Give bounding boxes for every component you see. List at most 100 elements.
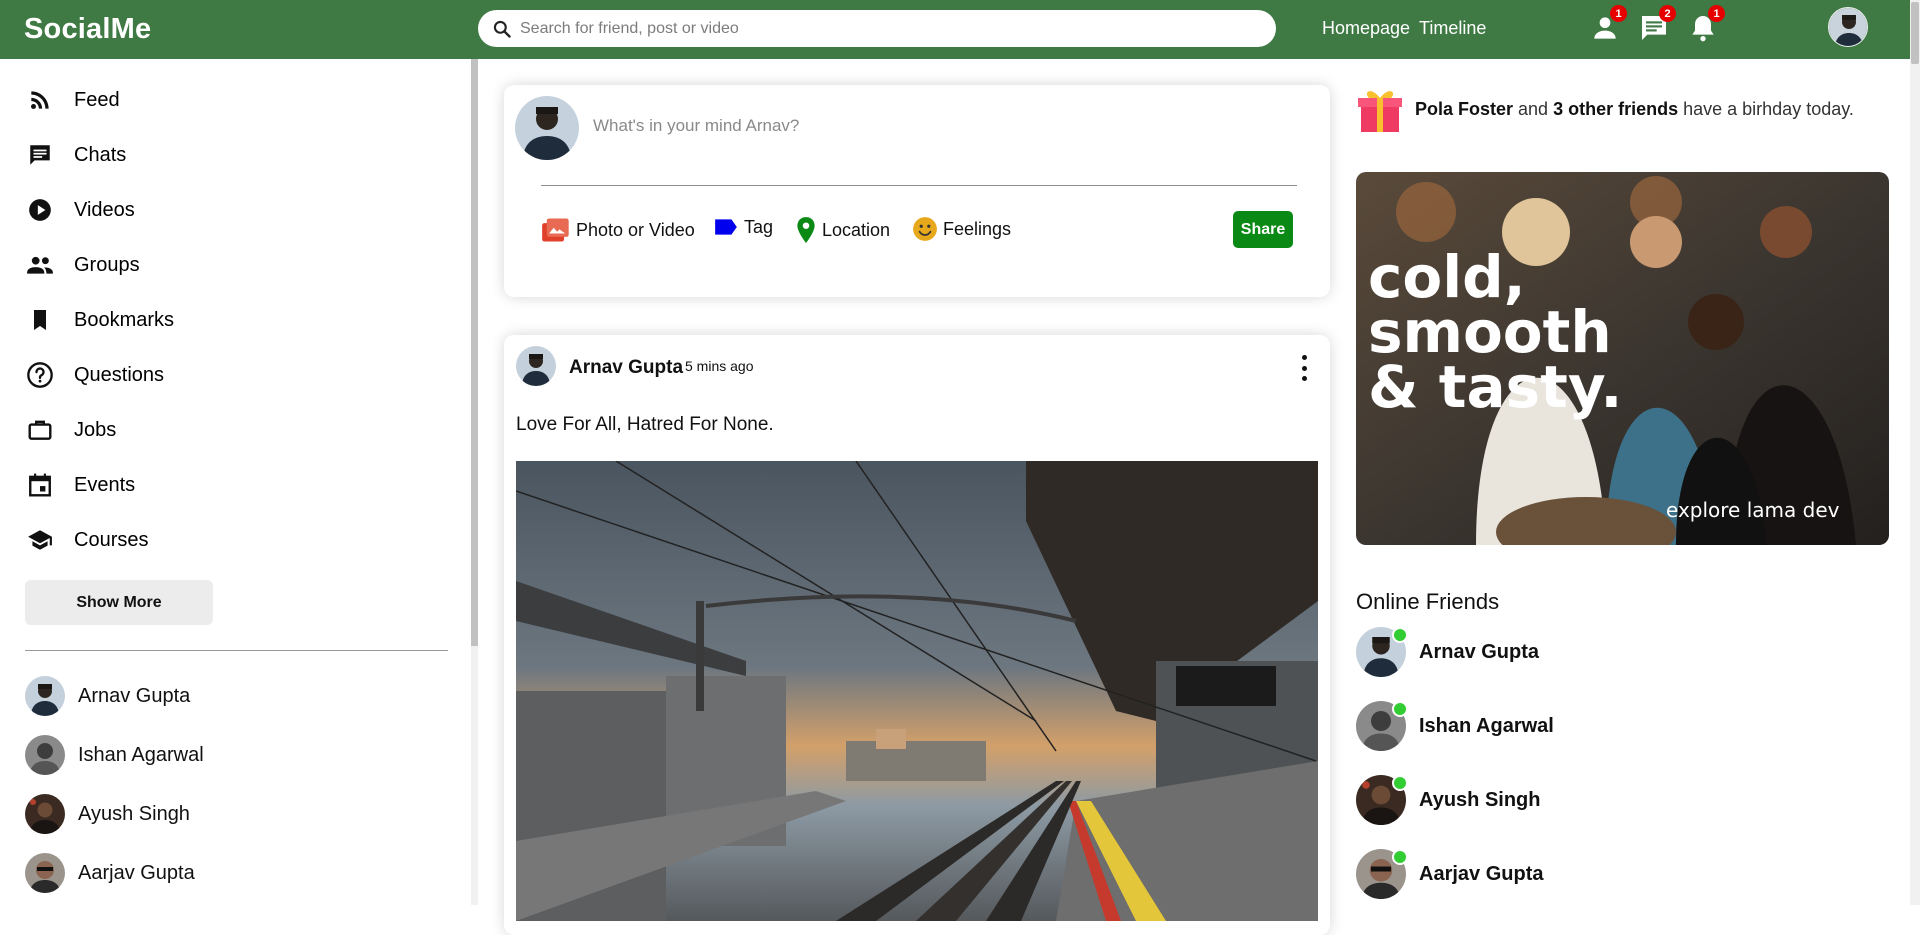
online-friends-heading: Online Friends xyxy=(1356,589,1500,614)
birthday-friend-name[interactable]: Pola Foster xyxy=(1415,99,1513,119)
birthday-tail: have a birhday today. xyxy=(1678,98,1854,119)
friend-requests-badge: 1 xyxy=(1610,5,1627,22)
gift-icon xyxy=(1358,91,1402,132)
sidebar-item-courses[interactable]: Courses xyxy=(25,520,148,560)
page-scrollbar-thumb[interactable] xyxy=(1911,2,1919,64)
sidebar-item-events[interactable]: Events xyxy=(25,465,135,505)
search-input[interactable] xyxy=(520,19,1240,38)
post-card: Arnav Gupta 5 mins ago Love For All, Hat… xyxy=(504,335,1330,935)
group-icon xyxy=(25,250,55,280)
sidebar-item-feed[interactable]: Feed xyxy=(25,80,120,120)
online-friend[interactable]: Aarjav Gupta xyxy=(1356,848,1543,900)
sidebar-scrollbar-thumb[interactable] xyxy=(471,59,478,646)
online-friend[interactable]: Ishan Agarwal xyxy=(1356,700,1554,752)
left-sidebar: Feed Chats Videos Groups Bookmarks Quest… xyxy=(0,59,471,905)
sidebar-item-label: Bookmarks xyxy=(74,308,175,331)
birthday-text: Pola Foster and 3 other friends have a b… xyxy=(1415,99,1854,120)
friend-avatar xyxy=(25,735,65,775)
photo-video-option[interactable]: Photo or Video xyxy=(541,216,695,244)
online-friend[interactable]: Arnav Gupta xyxy=(1356,626,1539,678)
friend-name: Ishan Agarwal xyxy=(78,743,204,766)
timeline-link[interactable]: Timeline xyxy=(1419,18,1486,39)
ad-headline-3: & tasty. xyxy=(1368,353,1622,421)
friend-avatar xyxy=(25,853,65,893)
feelings-option[interactable]: Feelings xyxy=(912,216,1011,242)
share-button[interactable]: Share xyxy=(1233,211,1293,248)
profile-avatar[interactable] xyxy=(1828,7,1868,47)
online-status-dot xyxy=(1392,775,1408,791)
sidebar-divider xyxy=(25,650,448,651)
ad-tagline: explore lama dev xyxy=(1666,498,1840,522)
rss-feed-icon xyxy=(25,85,55,115)
messages-button[interactable]: 2 xyxy=(1638,5,1676,44)
notifications-button[interactable]: 1 xyxy=(1687,5,1725,44)
page-scrollbar[interactable] xyxy=(1910,0,1920,905)
top-navbar: SocialMe Homepage Timeline 1 2 1 xyxy=(0,0,1920,59)
location-option[interactable]: Location xyxy=(795,216,890,244)
share-card: Photo or Video Tag Location Feelings Sha… xyxy=(504,85,1330,297)
share-divider xyxy=(541,185,1297,186)
photo-icon xyxy=(542,218,569,242)
sidebar-item-label: Feed xyxy=(74,88,120,111)
sidebar-item-label: Groups xyxy=(74,253,140,276)
friend-avatar xyxy=(25,676,65,716)
sidebar-item-bookmarks[interactable]: Bookmarks xyxy=(25,300,174,340)
user-photo xyxy=(1829,8,1867,46)
sidebar-item-label: Jobs xyxy=(74,418,117,441)
sidebar-item-label: Videos xyxy=(74,198,135,221)
sidebar-friend[interactable]: Aarjav Gupta xyxy=(25,852,195,894)
online-friend[interactable]: Ayush Singh xyxy=(1356,774,1540,826)
show-more-button[interactable]: Show More xyxy=(25,580,213,625)
online-status-dot xyxy=(1392,627,1408,643)
label-icon xyxy=(715,219,737,235)
location-icon xyxy=(797,217,815,243)
sidebar-friend[interactable]: Ishan Agarwal xyxy=(25,734,204,776)
sidebar-item-label: Questions xyxy=(74,363,165,386)
friend-name: Aarjav Gupta xyxy=(1419,862,1544,885)
school-icon xyxy=(25,525,55,555)
birthday-connector: and xyxy=(1513,98,1554,119)
search-bar[interactable] xyxy=(478,10,1276,47)
option-label: Tag xyxy=(744,216,774,237)
sidebar-item-questions[interactable]: Questions xyxy=(25,355,164,395)
friend-name: Arnav Gupta xyxy=(1419,640,1540,663)
advertisement-banner[interactable]: cold, smooth & tasty. explore lama dev xyxy=(1356,172,1889,545)
more-vert-icon[interactable] xyxy=(1296,355,1312,381)
share-input[interactable] xyxy=(593,116,1273,136)
option-label: Location xyxy=(822,219,891,240)
friend-avatar xyxy=(25,794,65,834)
option-label: Photo or Video xyxy=(576,219,695,240)
sidebar-item-groups[interactable]: Groups xyxy=(25,245,140,285)
option-label: Feelings xyxy=(943,218,1012,239)
homepage-link[interactable]: Homepage xyxy=(1322,18,1410,39)
sidebar-item-jobs[interactable]: Jobs xyxy=(25,410,116,450)
app-logo[interactable]: SocialMe xyxy=(24,13,151,46)
online-status-dot xyxy=(1392,849,1408,865)
sidebar-item-label: Chats xyxy=(74,143,127,166)
play-circle-icon xyxy=(25,195,55,225)
friend-requests-button[interactable]: 1 xyxy=(1589,5,1627,44)
sidebar-friend[interactable]: Arnav Gupta xyxy=(25,675,190,717)
friend-name: Ishan Agarwal xyxy=(1419,714,1554,737)
sidebar-friend[interactable]: Ayush Singh xyxy=(25,793,190,835)
post-text: Love For All, Hatred For None. xyxy=(516,414,774,435)
sidebar-scrollbar[interactable] xyxy=(471,59,478,905)
online-status-dot xyxy=(1392,701,1408,717)
birthday-notice: Pola Foster and 3 other friends have a b… xyxy=(1357,84,1854,134)
chat-icon xyxy=(25,140,55,170)
friend-name: Ayush Singh xyxy=(1419,788,1541,811)
sidebar-item-videos[interactable]: Videos xyxy=(25,190,135,230)
post-author-name[interactable]: Arnav Gupta xyxy=(569,357,683,379)
post-image[interactable] xyxy=(516,461,1318,921)
friend-name: Aarjav Gupta xyxy=(78,861,195,884)
friend-name: Ayush Singh xyxy=(78,802,190,825)
post-author-avatar[interactable] xyxy=(516,346,556,386)
help-circle-icon xyxy=(25,360,55,390)
birthday-others[interactable]: 3 other friends xyxy=(1553,99,1678,119)
sidebar-item-label: Courses xyxy=(74,528,149,551)
sidebar-item-label: Events xyxy=(74,473,136,496)
tag-option[interactable]: Tag xyxy=(713,216,773,238)
sidebar-item-chats[interactable]: Chats xyxy=(25,135,126,175)
emoji-icon xyxy=(913,217,937,241)
friend-name: Arnav Gupta xyxy=(78,684,191,707)
